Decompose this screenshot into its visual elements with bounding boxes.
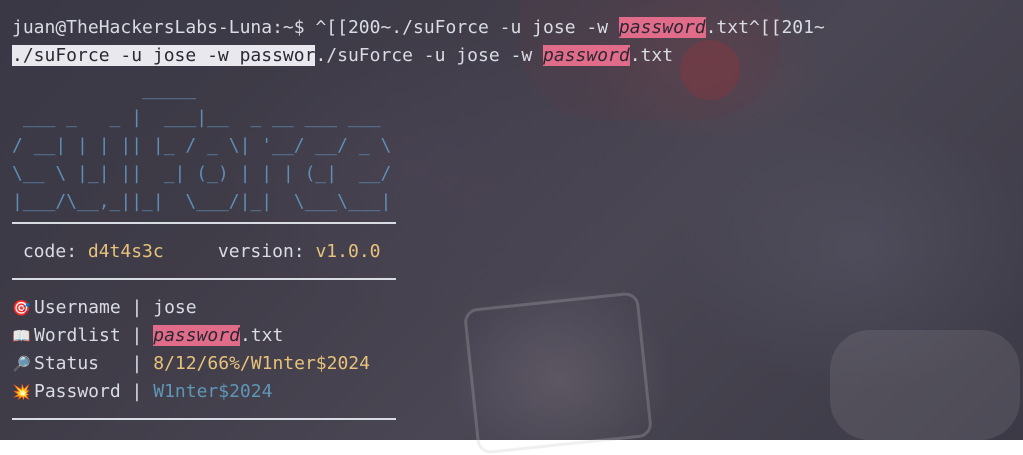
status-value: 8/12/66%/W1nter$2024 bbox=[153, 353, 370, 374]
magnifier-icon: 🔎 bbox=[12, 355, 31, 373]
version-label: version: bbox=[217, 241, 305, 262]
background-flower bbox=[680, 40, 740, 100]
background-phone bbox=[462, 291, 654, 455]
divider-middle bbox=[12, 278, 396, 280]
result-status: 🔎 Status | 8/12/66%/W1nter$2024 bbox=[12, 350, 370, 378]
ascii-banner: _____ ___ _ _ | ___|__ _ __ ___ ___ / __… bbox=[12, 79, 392, 212]
status-label: Status bbox=[34, 353, 100, 374]
shell-prompt: juan@TheHackersLabs-Luna:~$ bbox=[12, 17, 305, 38]
separator: | bbox=[131, 297, 143, 318]
divider-bottom bbox=[12, 418, 396, 420]
book-icon: 📖 bbox=[12, 327, 31, 345]
username-label: Username bbox=[34, 297, 121, 318]
version-value: v1.0.0 bbox=[315, 241, 381, 262]
selected-text: ./suForce -u jose -w passwor bbox=[12, 45, 316, 66]
result-wordlist: 📖 Wordlist | password.txt bbox=[12, 322, 283, 350]
code-label: code: bbox=[22, 241, 78, 262]
separator: | bbox=[131, 353, 143, 374]
result-password: 💥 Password | W1nter$2024 bbox=[12, 378, 272, 406]
command-text: ./suForce -u jose -w bbox=[315, 45, 544, 66]
target-icon: 🎯 bbox=[12, 299, 31, 317]
code-value: d4t4s3c bbox=[87, 241, 164, 262]
result-username: 🎯 Username | jose bbox=[12, 294, 197, 322]
background-lace bbox=[830, 330, 1020, 440]
command-text: ^[[200~./suForce -u jose -w bbox=[304, 17, 619, 38]
command-line-1: juan@TheHackersLabs-Luna:~$ ^[[200~./suF… bbox=[12, 14, 825, 42]
collision-icon: 💥 bbox=[12, 383, 31, 401]
command-line-2: ./suForce -u jose -w passwor./suForce -u… bbox=[12, 42, 673, 70]
divider-top bbox=[12, 222, 396, 224]
wordlist-value-rest: .txt bbox=[239, 325, 284, 346]
password-label: Password bbox=[34, 381, 121, 402]
search-highlight: password bbox=[543, 45, 630, 66]
command-text-end: .txt bbox=[629, 45, 674, 66]
separator: | bbox=[131, 325, 143, 346]
username-value: jose bbox=[153, 297, 197, 318]
terminal-window[interactable]: juan@TheHackersLabs-Luna:~$ ^[[200~./suF… bbox=[0, 0, 1023, 455]
wordlist-value-highlight: password bbox=[153, 325, 240, 346]
command-text-end: .txt^[[201~ bbox=[705, 17, 825, 38]
wordlist-label: Wordlist bbox=[34, 325, 121, 346]
banner-info: code: d4t4s3c version: v1.0.0 bbox=[12, 238, 381, 266]
search-highlight: password bbox=[618, 17, 706, 38]
password-value: W1nter$2024 bbox=[153, 381, 273, 402]
separator: | bbox=[131, 381, 143, 402]
